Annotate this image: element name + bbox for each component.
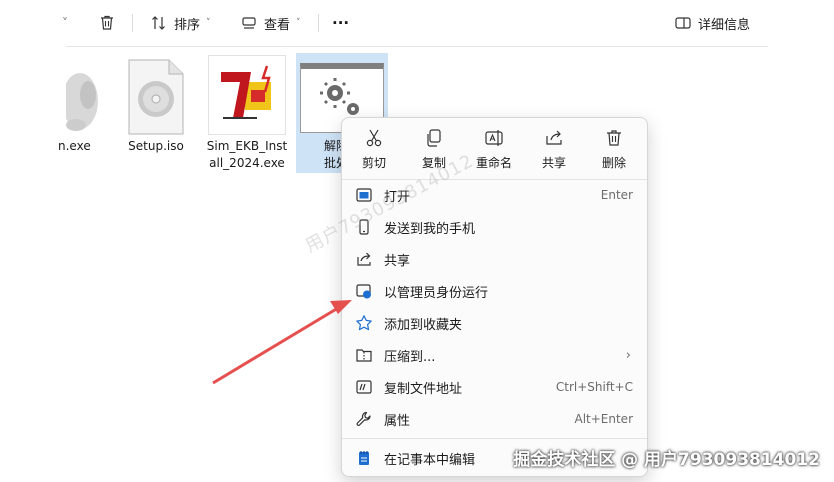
share-button[interactable]: 共享: [524, 126, 584, 172]
disc-image-icon: [128, 59, 184, 135]
cut-label: 剪切: [361, 156, 386, 170]
menu-item-label: 属性: [384, 413, 411, 429]
delete-icon: [607, 130, 621, 146]
wrench-icon: [354, 409, 374, 429]
view-label: 查看: [264, 17, 291, 33]
shield-admin-icon: [354, 281, 374, 301]
menu-item-share[interactable]: 共享: [346, 244, 645, 274]
menu-item-properties[interactable]: 属性 Alt+Enter: [346, 404, 645, 434]
menu-item-label: 共享: [384, 253, 411, 269]
rename-label: 重命名: [475, 156, 512, 170]
menu-item-label: 发送到我的手机: [384, 221, 476, 237]
share-label: 共享: [541, 156, 566, 170]
quick-action-bar: 剪切 复制 重命名 共享 删除: [342, 118, 647, 176]
sort-icon: [152, 16, 165, 30]
installer-icon: [208, 55, 286, 135]
chevron-right-icon: ›: [625, 347, 631, 363]
menu-item-compress[interactable]: 压缩到... ›: [346, 340, 645, 370]
file-item[interactable]: n.exe: [58, 47, 106, 162]
menu-item-copy-path[interactable]: 复制文件地址 Ctrl+Shift+C: [346, 372, 645, 402]
details-pane-button[interactable]: 详细信息: [674, 10, 750, 36]
file-name: Setup.iso: [128, 139, 184, 153]
delete-action-button[interactable]: 删除: [584, 126, 644, 172]
delete-label: 删除: [601, 156, 626, 170]
copy-path-icon: [354, 377, 374, 397]
file-item[interactable]: Sim_EKB_Inst all_2024.exe: [204, 47, 290, 175]
partial-chevron-icon: ˅: [62, 16, 68, 30]
chevron-down-icon: ˅: [206, 18, 211, 28]
file-name: n.exe: [58, 139, 91, 153]
menu-item-shortcut: Ctrl+Shift+C: [555, 380, 633, 394]
menu-item-label: 添加到收藏夹: [384, 317, 463, 333]
menu-item-shortcut: Enter: [600, 188, 633, 202]
menu-item-label: 以管理员身份运行: [384, 285, 489, 301]
menu-item-shortcut: Alt+Enter: [574, 412, 633, 426]
command-bar: ˅ 排序 ˅ 查看 ˅ ··· 详细信息: [0, 0, 834, 46]
menu-item-send-to-phone[interactable]: 发送到我的手机: [346, 212, 645, 242]
share-icon: [546, 130, 562, 145]
trash-icon: [101, 15, 113, 30]
context-menu: 剪切 复制 重命名 共享 删除 打开 Enter 发送到我的手机 共享 以管理员…: [341, 117, 648, 477]
cut-button[interactable]: 剪切: [344, 126, 404, 172]
delete-button[interactable]: [98, 10, 116, 36]
file-item[interactable]: Setup.iso: [118, 47, 194, 162]
menu-item-label: 压缩到...: [384, 349, 436, 365]
copy-icon: [427, 129, 441, 147]
star-icon: [354, 313, 374, 333]
more-options-button[interactable]: ···: [332, 10, 349, 36]
file-name-line2: all_2024.exe: [209, 156, 285, 170]
app-icon: [66, 73, 98, 131]
notepad-icon: [354, 448, 374, 468]
footer-watermark: 掘金技术社区 @ 用户793093814012: [513, 450, 820, 470]
view-icon: [242, 17, 256, 29]
sort-label: 排序: [174, 17, 201, 33]
cut-icon: [366, 129, 382, 147]
share-icon: [354, 249, 374, 269]
rename-icon: [485, 130, 503, 146]
details-label: 详细信息: [698, 17, 751, 33]
file-name-line1: Sim_EKB_Inst: [206, 139, 288, 153]
chevron-down-icon: ˅: [296, 18, 301, 28]
menu-item-add-favorite[interactable]: 添加到收藏夹: [346, 308, 645, 338]
menu-item-label: 复制文件地址: [384, 381, 463, 397]
menu-item-run-as-admin[interactable]: 以管理员身份运行: [346, 276, 645, 306]
sort-button[interactable]: 排序 ˅: [150, 10, 211, 36]
view-button[interactable]: 查看 ˅: [240, 10, 301, 36]
zip-icon: [354, 345, 374, 365]
details-pane-icon: [675, 17, 691, 29]
more-label: ···: [332, 14, 350, 32]
